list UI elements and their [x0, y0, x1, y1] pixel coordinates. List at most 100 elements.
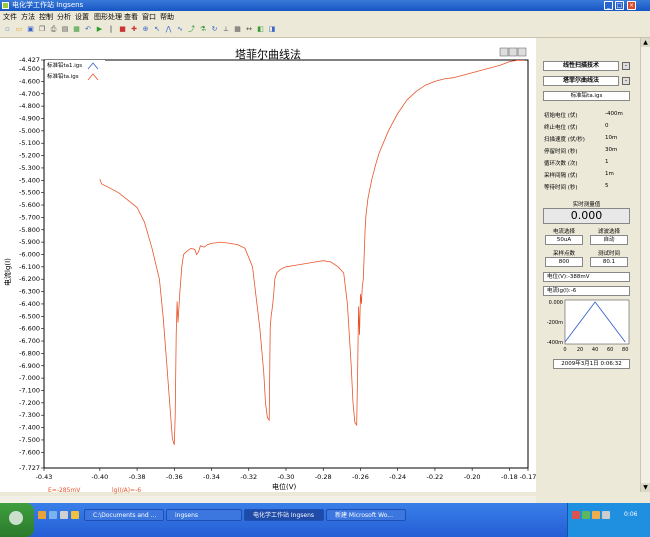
taskbar: C:\Documents and ... ingsens 电化学工作站 Ings… [0, 503, 650, 537]
task-word[interactable]: 新建 Microsoft Wo... [326, 509, 406, 521]
chart-tools[interactable] [499, 47, 527, 57]
y-tick-label: -4.900 [19, 114, 40, 122]
table-icon[interactable]: ▦ [72, 25, 81, 34]
run-icon[interactable]: ▶ [95, 25, 104, 34]
range-icon[interactable]: ↔ [245, 25, 254, 34]
scroll-up-icon[interactable]: ▲ [641, 38, 650, 47]
minimize-button[interactable]: _ [604, 1, 613, 10]
menu-view[interactable]: 查看 [124, 12, 138, 22]
pause-icon[interactable]: ‖ [107, 25, 116, 34]
y-tick-label: -7.100 [19, 386, 40, 394]
x-tick-label: -0.40 [91, 473, 108, 481]
param-value-initial[interactable]: -400m [605, 111, 623, 117]
mini-x-tick-label: 0 [563, 347, 566, 353]
smooth-icon[interactable]: ∿ [176, 25, 185, 34]
menu-help[interactable]: 帮助 [160, 12, 174, 22]
cursor-tool-icon[interactable] [517, 47, 527, 57]
param-value-wait[interactable]: 5 [605, 183, 609, 189]
y-tick-label: -5.500 [19, 189, 40, 197]
quicklaunch-folder-icon[interactable] [38, 511, 46, 519]
print-icon[interactable]: ⎙ [49, 25, 58, 34]
pan-tool-icon[interactable] [508, 47, 518, 57]
save-icon[interactable]: ▣ [26, 25, 35, 34]
start-button[interactable] [0, 503, 34, 537]
param-label-initial: 初始电位 (伏) [544, 113, 578, 119]
task-documents[interactable]: C:\Documents and ... [84, 509, 164, 521]
cursor-icon[interactable]: ↖ [153, 25, 162, 34]
current-readout: 电流lg(I):-6 [543, 286, 630, 296]
flask-icon[interactable]: ⚗ [199, 25, 208, 34]
status-current: lg(I/A)=-6 [112, 487, 142, 494]
current-select-field[interactable]: 50uA [545, 235, 583, 245]
security-icon[interactable] [602, 511, 610, 519]
menu-control[interactable]: 控制 [39, 12, 53, 22]
status-potential: E=-285mV [48, 487, 81, 494]
task-echem-station[interactable]: 电化学工作站 Ingsens [244, 509, 324, 521]
scroll-down-icon[interactable]: ▼ [641, 483, 650, 492]
mini-x-tick-label: 60 [607, 347, 613, 353]
peak-icon[interactable]: ⋀ [164, 25, 173, 34]
tafel-toggle[interactable]: - [622, 77, 630, 85]
param-value-cycles[interactable]: 1 [605, 159, 609, 165]
linear-sweep-button[interactable]: 线性扫描技术 [543, 61, 619, 71]
y-tick-label: -7.200 [19, 399, 40, 407]
vertical-scrollbar[interactable]: ▲ ▼ [640, 38, 650, 492]
menu-graphics[interactable]: 图形处理 [94, 12, 122, 22]
zoom-icon[interactable]: ⊕ [141, 25, 150, 34]
undo-icon[interactable]: ↶ [84, 25, 93, 34]
y-tick-label: -7.500 [19, 436, 40, 444]
param-label-cycles: 循环次数 (次) [544, 161, 578, 167]
axis-icon[interactable]: ⟂ [222, 25, 231, 34]
color-icon[interactable]: ◧ [256, 25, 265, 34]
menu-file[interactable]: 文件 [3, 12, 17, 22]
param-value-final[interactable]: 0 [605, 123, 609, 129]
sample-count-field: 800 [545, 257, 583, 267]
paste-icon[interactable]: ▤ [61, 25, 70, 34]
stop-icon[interactable]: ■ [118, 25, 127, 34]
param-value-interval[interactable]: 1m [605, 171, 614, 177]
y-axis-label: 电流lg(I) [3, 258, 12, 286]
menu-method[interactable]: 方法 [21, 12, 35, 22]
potential-readout: 电位(V):-388mV [543, 272, 630, 282]
rotate-icon[interactable]: ↻ [210, 25, 219, 34]
y-tick-label: -7.400 [19, 424, 40, 432]
volume-icon[interactable] [592, 511, 600, 519]
linear-sweep-toggle[interactable]: - [622, 62, 630, 70]
maximize-button[interactable]: □ [615, 1, 624, 10]
new-file-icon[interactable]: ▫ [3, 25, 12, 34]
palette-icon[interactable]: ◨ [268, 25, 277, 34]
marker-icon[interactable]: ✚ [130, 25, 139, 34]
fit-icon[interactable]: ⤴ [187, 25, 196, 34]
quicklaunch-ie-icon[interactable] [49, 511, 57, 519]
param-value-dwell[interactable]: 30m [605, 147, 617, 153]
param-label-interval: 采样间隔 (伏) [544, 173, 578, 179]
legend-entry-1: 标准铅ta1.igs [47, 61, 82, 69]
copy-icon[interactable]: ❐ [38, 25, 47, 34]
zoom-tool-icon[interactable] [499, 47, 509, 57]
menu-window[interactable]: 窗口 [142, 12, 156, 22]
x-tick-label: -0.38 [129, 473, 146, 481]
potential-waveform-chart: 0.000 -200m -400m0 20 40 60 80 [547, 299, 630, 353]
close-button[interactable]: × [627, 1, 636, 10]
y-tick-label: -7.600 [19, 448, 40, 456]
filter-select-field[interactable]: 自动 [590, 235, 628, 245]
quicklaunch-media-icon[interactable] [71, 511, 79, 519]
measure-time-label: 测试时间 [597, 251, 620, 257]
open-icon[interactable]: ▭ [15, 25, 24, 34]
menu-analysis[interactable]: 分析 [57, 12, 71, 22]
y-tick-label: -5.600 [19, 201, 40, 209]
task-ingsens[interactable]: ingsens [166, 509, 242, 521]
x-tick-label: -0.18 [501, 473, 518, 481]
menu-settings[interactable]: 设置 [75, 12, 89, 22]
quicklaunch-desktop-icon[interactable] [60, 511, 68, 519]
tafel-chart: -4.427-4.500 -4.600 -4.700 -4.800 -4.900 -5.0… [3, 47, 536, 491]
ime-icon[interactable] [572, 511, 580, 519]
tafel-button[interactable]: 塔菲尔曲线法 [543, 76, 619, 86]
system-tray: 0:06 [567, 503, 650, 537]
y-tick-label: -6.200 [19, 275, 40, 283]
realtime-label: 实时测量值 [572, 202, 601, 208]
grid-icon[interactable]: ▦ [233, 25, 242, 34]
window-title-bar: 电化学工作站 Ingsens _ □ × [0, 0, 650, 11]
network-icon[interactable] [582, 511, 590, 519]
param-value-scan-rate[interactable]: 10m [605, 135, 617, 141]
